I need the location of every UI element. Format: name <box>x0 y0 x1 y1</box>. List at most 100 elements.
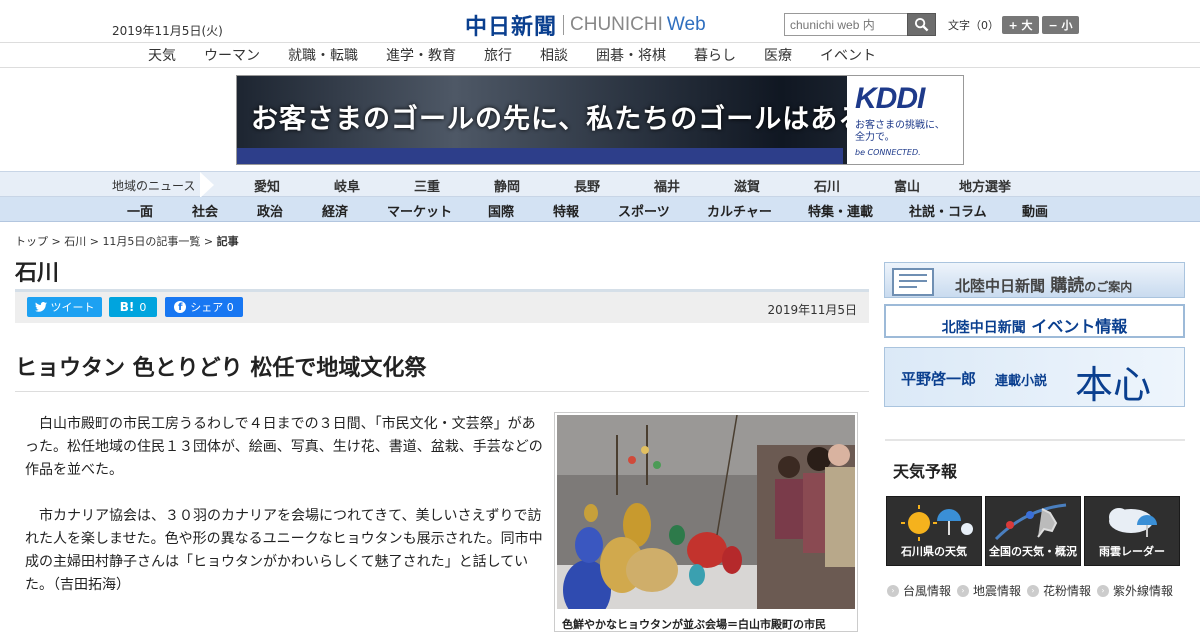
region-item[interactable]: 三重 <box>414 176 440 195</box>
tweet-button[interactable]: ツイート <box>27 297 102 317</box>
weather-link-typhoon[interactable]: › 台風情報 <box>887 582 951 599</box>
facebook-share-label: シェア 0 <box>190 301 234 314</box>
breadcrumb-region[interactable]: 石川 <box>64 235 86 248</box>
tweet-label: ツイート <box>50 301 95 314</box>
category-item[interactable]: 特報 <box>553 201 579 220</box>
region-item[interactable]: 石川 <box>814 176 840 195</box>
ad-be-connected: be CONNECTED. <box>855 148 921 157</box>
font-size-down-button[interactable]: − 小 <box>1042 16 1079 34</box>
weather-link-uv[interactable]: › 紫外線情報 <box>1097 582 1173 599</box>
weather-box-national[interactable]: 全国の天気・概況 <box>985 496 1081 566</box>
region-item[interactable]: 岐阜 <box>334 176 360 195</box>
weather-box-label: 雨雲レーダー <box>1099 545 1165 558</box>
category-item[interactable]: 経済 <box>322 201 348 220</box>
chevron-right-icon: › <box>1027 584 1039 597</box>
hatena-b-icon: B! <box>119 300 135 314</box>
weather-box-radar[interactable]: 雨雲レーダー <box>1084 496 1180 566</box>
service-nav-item[interactable]: 相談 <box>540 45 568 65</box>
ad-bottom-bar <box>237 148 843 164</box>
hatena-count: 0 <box>139 300 147 314</box>
font-size-up-button[interactable]: + 大 <box>1002 16 1039 34</box>
breadcrumb-sep: > <box>48 235 65 248</box>
weather-box-label: 全国の天気・概況 <box>989 545 1077 558</box>
category-item[interactable]: 政治 <box>257 201 283 220</box>
chevron-right-icon: › <box>887 584 899 597</box>
category-item[interactable]: スポーツ <box>618 201 670 220</box>
service-nav-item[interactable]: 暮らし <box>694 45 736 65</box>
service-nav-item[interactable]: 囲碁・将棋 <box>596 45 666 65</box>
category-item[interactable]: カルチャー <box>707 201 772 220</box>
weather-box-label: 石川県の天気 <box>901 545 967 558</box>
ad-tagline: お客さまの挑戦に、 全力で。 <box>855 120 945 144</box>
region-item[interactable]: 滋賀 <box>734 176 760 195</box>
service-nav-item[interactable]: イベント <box>820 45 876 65</box>
ad-brand-panel: KDDI お客さまの挑戦に、 全力で。 be CONNECTED. <box>847 76 963 164</box>
article-paragraph: 白山市殿町の市民工房うるわしで４日までの３日間、「市民文化・文芸祭」があった。松… <box>25 416 543 478</box>
service-nav: 天気 ウーマン 就職・転職 進学・教育 旅行 相談 囲碁・将棋 暮らし 医療 イ… <box>0 43 1200 68</box>
novel-label: 連載小説 <box>995 374 1048 389</box>
region-item[interactable]: 愛知 <box>254 176 280 195</box>
category-item[interactable]: マーケット <box>387 201 452 220</box>
share-bar: ツイート B! 0 f シェア 0 2019年11月5日 <box>15 289 869 323</box>
facebook-share-button[interactable]: f シェア 0 <box>165 297 243 317</box>
service-nav-item[interactable]: 就職・転職 <box>288 45 358 65</box>
region-item[interactable]: 富山 <box>894 176 920 195</box>
region-nav-arrow <box>200 172 214 198</box>
service-nav-item[interactable]: 進学・教育 <box>386 45 456 65</box>
subscribe-banner[interactable]: 北陸中日新聞 購読のご案内 <box>884 262 1185 298</box>
site-logo[interactable]: 中日新聞 CHUNICHI Web <box>465 9 706 41</box>
search-icon <box>914 17 929 32</box>
weather-divider <box>885 439 1185 441</box>
category-item[interactable]: 社説・コラム <box>909 201 987 220</box>
weather-link-pollen[interactable]: › 花粉情報 <box>1027 582 1091 599</box>
gourd-exhibit-photo <box>557 414 855 620</box>
weather-box-ishikawa[interactable]: 石川県の天気 <box>886 496 982 566</box>
weather-link-earthquake[interactable]: › 地震情報 <box>957 582 1021 599</box>
rain-cloud-icon <box>1109 508 1157 537</box>
service-nav-item[interactable]: 医療 <box>764 45 792 65</box>
subscribe-word: 購読 <box>1050 276 1085 296</box>
category-item[interactable]: 一面 <box>127 201 153 220</box>
weather-map-icon <box>994 503 1067 541</box>
event-text: 北陸中日新聞 イベント情報 <box>886 313 1183 336</box>
service-nav-item[interactable]: ウーマン <box>204 45 260 65</box>
region-item[interactable]: 長野 <box>574 176 600 195</box>
novel-banner[interactable]: 平野啓一郎 連載小説 本心 <box>884 347 1185 407</box>
category-item[interactable]: 特集・連載 <box>808 201 873 220</box>
kddi-logo: KDDI <box>855 82 925 115</box>
twitter-bird-icon <box>34 302 47 312</box>
subscribe-text: 北陸中日新聞 購読のご案内 <box>955 271 1132 296</box>
sun-cloud-umbrella-icon <box>901 505 973 541</box>
region-item[interactable]: 地方選挙 <box>959 176 1011 195</box>
category-item[interactable]: 国際 <box>488 201 514 220</box>
region-item[interactable]: 静岡 <box>494 176 520 195</box>
article-photo[interactable] <box>554 412 858 632</box>
chevron-right-icon: › <box>1097 584 1109 597</box>
article-headline: ヒョウタン 色とりどり 松任で地域文化祭 <box>15 356 427 381</box>
ad-banner[interactable]: お客さまのゴールの先に、私たちのゴールはある。 KDDI お客さまの挑戦に、 全… <box>236 75 964 165</box>
region-nav-label: 地域のニュース <box>112 179 196 193</box>
breadcrumb-top[interactable]: トップ <box>15 235 48 248</box>
event-info-banner[interactable]: 北陸中日新聞 イベント情報 <box>884 304 1185 338</box>
service-nav-item[interactable]: 旅行 <box>484 45 512 65</box>
ad-copy: お客さまのゴールの先に、私たちのゴールはある。 <box>251 104 895 135</box>
current-date: 2019年11月5日(火) <box>112 24 223 38</box>
hatena-bookmark-button[interactable]: B! 0 <box>109 297 157 317</box>
service-nav-item[interactable]: 天気 <box>148 45 176 65</box>
ad-tagline-line2: 全力で。 <box>855 132 895 143</box>
section-title: 石川 <box>15 261 60 286</box>
headline-divider <box>15 391 869 392</box>
category-item[interactable]: 動画 <box>1022 201 1048 220</box>
newspaper-icon <box>892 268 934 296</box>
region-item[interactable]: 福井 <box>654 176 680 195</box>
weather-link-label: 地震情報 <box>973 584 1022 598</box>
subscribe-paper: 北陸中日新聞 <box>955 277 1046 295</box>
breadcrumb-list[interactable]: 11月5日の記事一覧 <box>102 235 200 248</box>
facebook-icon: f <box>174 301 187 313</box>
novel-author: 平野啓一郎 <box>901 370 977 388</box>
subscribe-guide: のご案内 <box>1084 280 1133 294</box>
logo-divider <box>563 15 565 35</box>
category-item[interactable]: 社会 <box>192 201 218 220</box>
search-input[interactable] <box>784 13 908 36</box>
search-button[interactable] <box>907 13 936 36</box>
